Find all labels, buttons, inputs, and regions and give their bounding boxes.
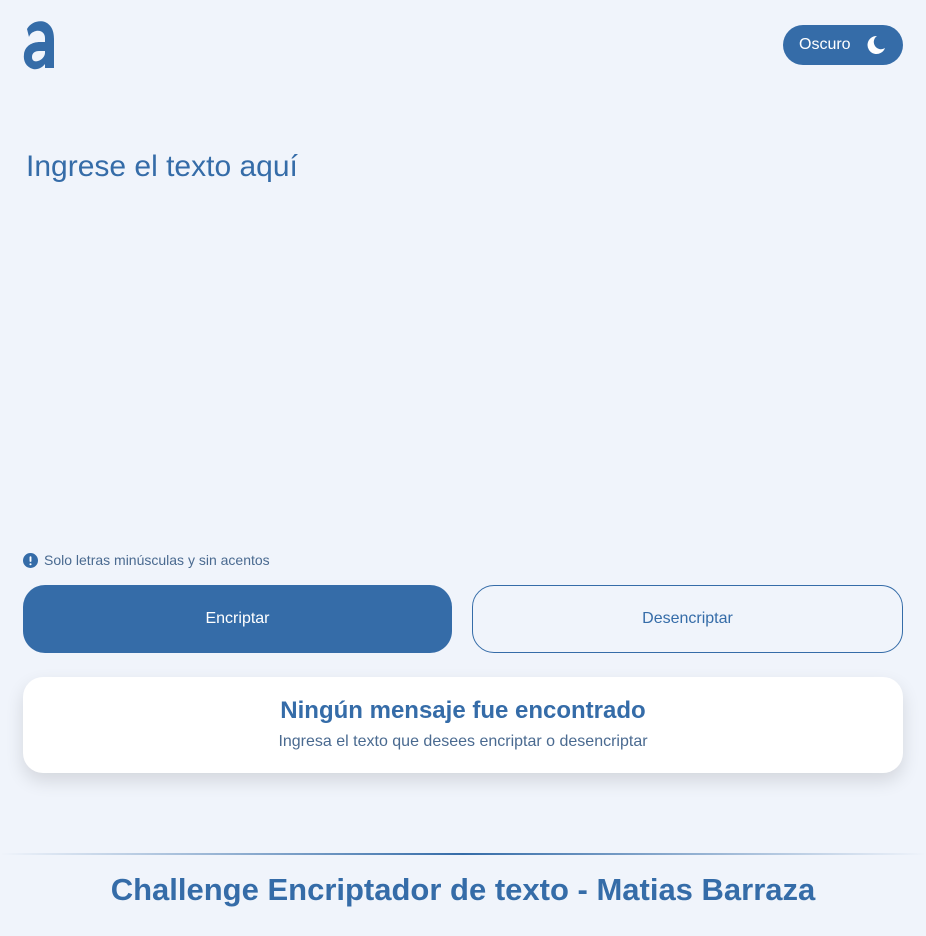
result-panel: Ningún mensaje fue encontrado Ingresa el… bbox=[23, 677, 903, 773]
theme-toggle-label: Oscuro bbox=[799, 36, 851, 53]
decrypt-button-label: Desencriptar bbox=[642, 610, 733, 627]
text-input[interactable] bbox=[23, 140, 903, 520]
encrypt-button[interactable]: Encriptar bbox=[23, 585, 452, 653]
theme-toggle-button[interactable]: Oscuro bbox=[783, 25, 903, 65]
footer-text: Challenge Encriptador de texto - Matias … bbox=[110, 872, 816, 907]
decrypt-button[interactable]: Desencriptar bbox=[472, 585, 903, 653]
hint-text: Solo letras minúsculas y sin acentos bbox=[44, 552, 270, 568]
alura-logo-icon[interactable] bbox=[22, 19, 56, 71]
moon-icon bbox=[867, 35, 885, 54]
result-title: Ningún mensaje fue encontrado bbox=[280, 697, 646, 724]
result-subtitle: Ingresa el texto que desees encriptar o … bbox=[278, 733, 648, 750]
input-hint: Solo letras minúsculas y sin acentos bbox=[23, 552, 270, 568]
footer-divider bbox=[0, 853, 926, 855]
encrypt-button-label: Encriptar bbox=[205, 610, 270, 627]
info-icon bbox=[23, 552, 38, 568]
